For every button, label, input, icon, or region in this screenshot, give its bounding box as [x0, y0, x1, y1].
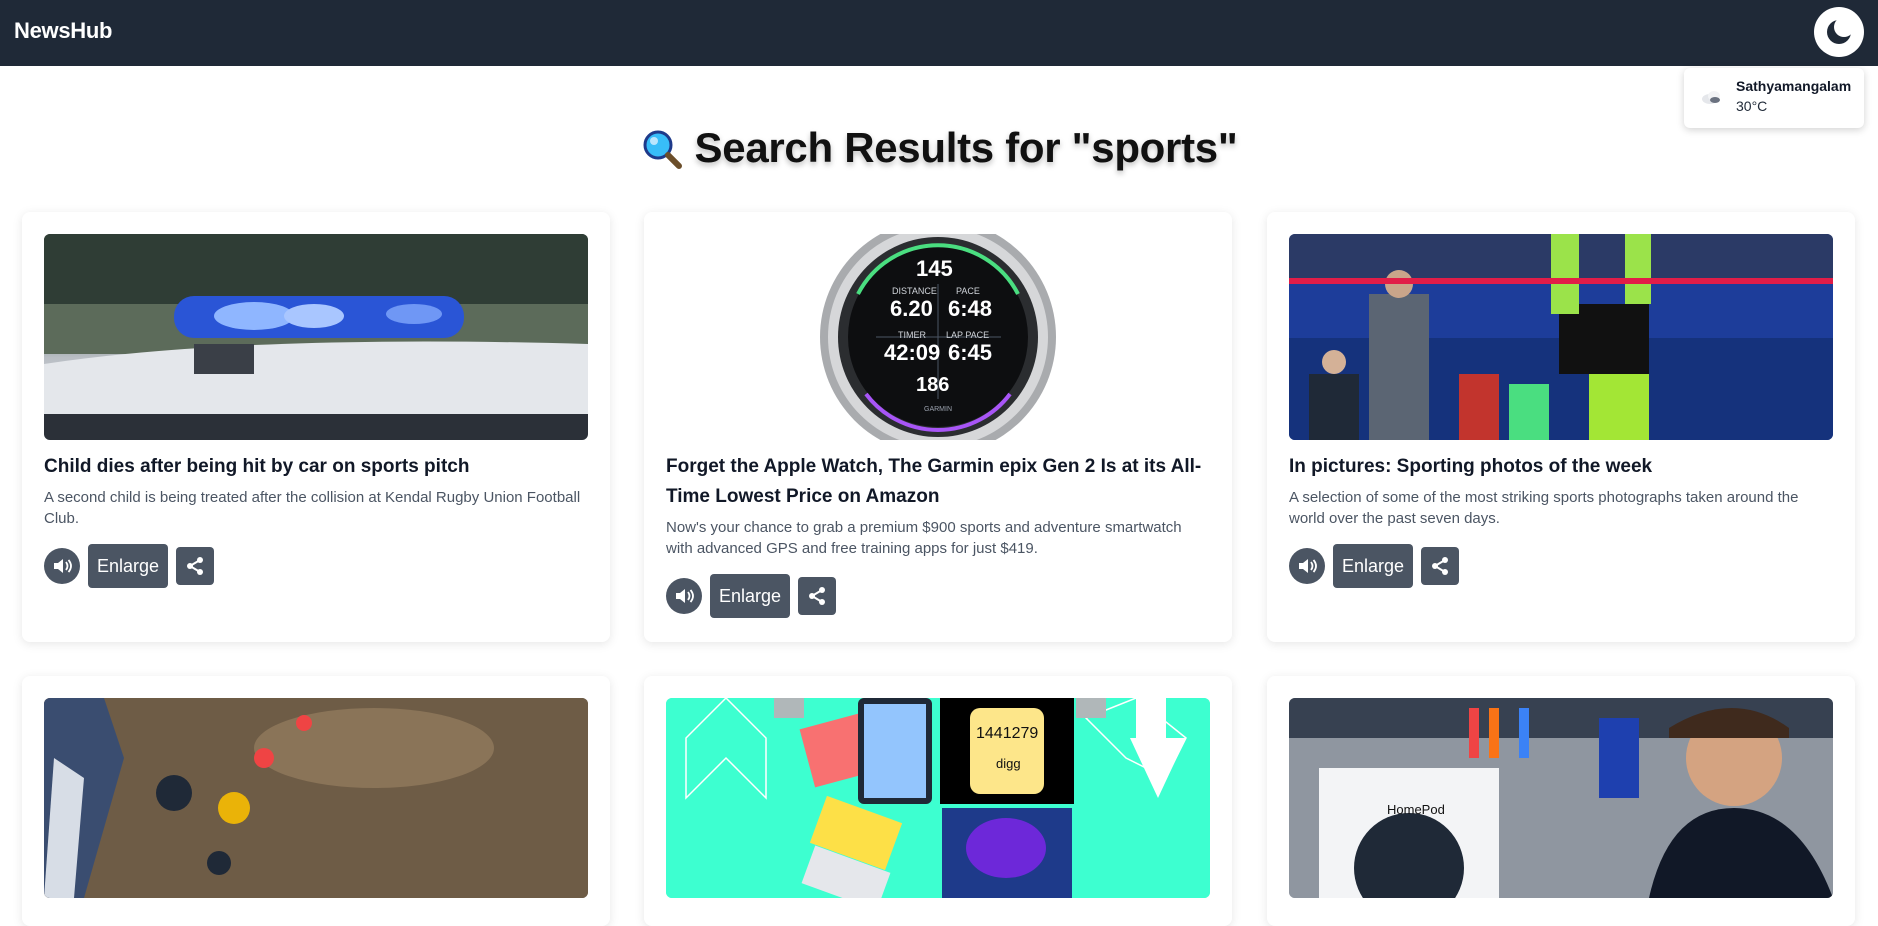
image-caption-logo: digg [996, 756, 1021, 771]
article-card: In pictures: Sporting photos of the week… [1267, 212, 1855, 642]
image-caption-product: HomePod [1387, 802, 1445, 817]
article-actions: Enlarge [1289, 544, 1460, 588]
article-description: A selection of some of the most striking… [1289, 489, 1799, 527]
watch-pace: 6:48 [948, 296, 993, 321]
share-button[interactable] [176, 547, 215, 585]
article-card: HomePod [1267, 676, 1855, 926]
image-caption-count: 1441279 [976, 725, 1039, 742]
brand-logo[interactable]: NewsHub [14, 18, 112, 44]
watch-distance-label: DISTANCE [892, 286, 937, 296]
article-card: 145 DISTANCE 6.20 PACE 6:48 TIMER 42:09 … [644, 212, 1232, 642]
article-image[interactable]: 145 DISTANCE 6.20 PACE 6:48 TIMER 42:09 … [666, 234, 1210, 440]
share-button[interactable] [798, 577, 837, 615]
weather-temperature: 30°C [1736, 98, 1768, 114]
enlarge-button[interactable]: Enlarge [1333, 544, 1414, 588]
article-actions: Enlarge [44, 544, 215, 588]
weather-city: Sathyamangalam [1736, 78, 1852, 94]
top-navbar: NewsHub [0, 0, 1878, 66]
article-image[interactable] [1289, 234, 1833, 440]
watch-heart-rate: 145 [916, 256, 953, 281]
moon-icon [1827, 17, 1854, 44]
article-title[interactable]: Child dies after being hit by car on spo… [44, 452, 588, 482]
enlarge-button[interactable]: Enlarge [710, 574, 791, 618]
speaker-icon [1299, 559, 1317, 573]
article-title[interactable]: Forget the Apple Watch, The Garmin epix … [666, 452, 1210, 512]
watch-brand: GARMIN [924, 406, 952, 413]
magnifier-icon [643, 130, 682, 169]
watch-lap-pace: 6:45 [948, 340, 993, 365]
share-icon [1432, 557, 1449, 575]
article-actions: Enlarge [666, 574, 837, 618]
weather-widget: Sathyamangalam 30°C [1684, 68, 1864, 128]
article-image[interactable]: 1441279 digg [666, 698, 1210, 898]
theme-toggle-button[interactable] [1814, 7, 1864, 57]
share-button[interactable] [1421, 547, 1460, 585]
article-card [22, 676, 610, 926]
article-card: 1441279 digg [644, 676, 1232, 926]
read-aloud-button[interactable] [44, 548, 80, 584]
share-icon [187, 557, 204, 575]
watch-lap-label: LAP PACE [946, 330, 990, 340]
enlarge-button[interactable]: Enlarge [88, 544, 169, 588]
watch-pace-label: PACE [956, 286, 980, 296]
watch-timer-label: TIMER [898, 330, 926, 340]
article-description: A second child is being treated after th… [44, 489, 581, 527]
read-aloud-button[interactable] [1289, 548, 1325, 584]
article-image[interactable] [44, 698, 588, 898]
speaker-icon [54, 559, 72, 573]
article-title[interactable]: In pictures: Sporting photos of the week [1289, 452, 1833, 482]
article-card: Child dies after being hit by car on spo… [22, 212, 610, 642]
article-image[interactable]: HomePod [1289, 698, 1833, 898]
page-title-text: Search Results for "sports" [694, 124, 1238, 171]
cloud-icon [1702, 91, 1720, 104]
article-image[interactable] [44, 234, 588, 440]
share-icon [809, 587, 826, 605]
speaker-icon [676, 589, 694, 603]
page-title: Search Results for "sports" [0, 124, 1878, 172]
watch-timer: 42:09 [884, 340, 941, 365]
read-aloud-button[interactable] [666, 578, 702, 614]
watch-cadence: 186 [916, 374, 950, 396]
article-description: Now's your chance to grab a premium $900… [666, 519, 1182, 557]
watch-distance: 6.20 [890, 296, 933, 321]
